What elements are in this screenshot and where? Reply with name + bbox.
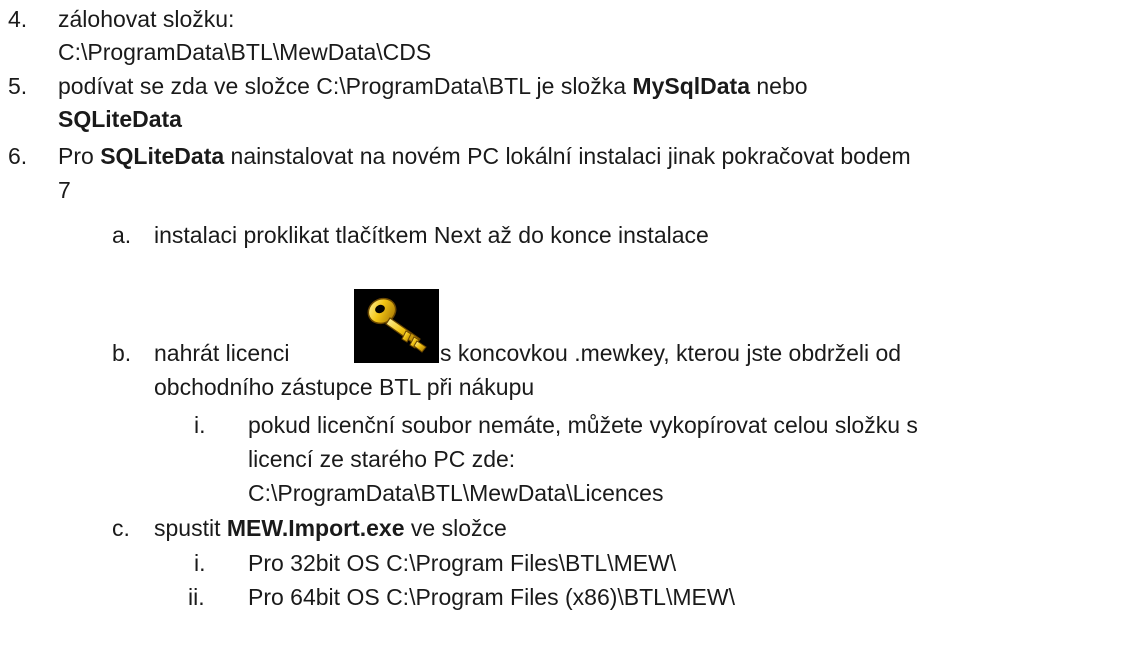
key-icon-graphic bbox=[367, 297, 427, 353]
list-item-text: zálohovat složku: bbox=[58, 6, 235, 32]
list-item-text: instalaci proklikat tlačítkem Next až do… bbox=[154, 222, 709, 248]
list-letter: c. bbox=[112, 515, 130, 541]
list-item-text: pokud licenční soubor nemáte, můžete vyk… bbox=[248, 412, 918, 438]
list-letter: b. bbox=[112, 340, 132, 366]
path-text: C:\ProgramData\BTL\MewData\Licences bbox=[248, 480, 664, 506]
list-item-continuation: licencí ze starého PC zde: bbox=[248, 446, 516, 472]
list-item-continuation: 7 bbox=[58, 177, 71, 203]
list-item-text: nahrát licenci bbox=[154, 340, 290, 366]
text-fragment: Pro bbox=[58, 143, 101, 169]
text-fragment: spustit bbox=[154, 515, 227, 541]
list-number: 4. bbox=[8, 6, 28, 32]
bold-text: SQLiteData bbox=[58, 106, 182, 132]
key-icon bbox=[354, 289, 439, 363]
list-item-text: podívat se zda ve složce C:\ProgramData\… bbox=[58, 69, 808, 103]
text-fragment: ve složce bbox=[404, 515, 507, 541]
text-fragment: podívat se zda ve složce C:\ProgramData\… bbox=[58, 73, 633, 99]
list-roman: i. bbox=[194, 550, 206, 576]
list-item-continuation: obchodního zástupce BTL při nákupu bbox=[154, 374, 535, 400]
list-item-text: spustit MEW.Import.exe ve složce bbox=[154, 511, 507, 545]
text-fragment: nainstalovat na novém PC lokální instala… bbox=[224, 143, 911, 169]
list-number: 6. bbox=[8, 143, 28, 169]
bold-text: MEW.Import.exe bbox=[226, 515, 405, 541]
list-item-text: s koncovkou .mewkey, kterou jste obdržel… bbox=[440, 340, 902, 366]
list-item-text: Pro 32bit OS C:\Program Files\BTL\MEW\ bbox=[248, 550, 677, 576]
list-roman: ii. bbox=[188, 584, 205, 610]
bold-text: SQLiteData bbox=[58, 102, 182, 136]
path-text: C:\ProgramData\BTL\MewData\CDS bbox=[58, 39, 432, 65]
list-item-text: Pro 64bit OS C:\Program Files (x86)\BTL\… bbox=[248, 584, 735, 610]
bold-text: MySqlData bbox=[632, 73, 750, 99]
bold-text: SQLiteData bbox=[100, 143, 225, 169]
list-item-text: Pro SQLiteData nainstalovat na novém PC … bbox=[58, 139, 911, 173]
list-roman: i. bbox=[194, 412, 206, 438]
list-letter: a. bbox=[112, 222, 132, 248]
text-fragment: nebo bbox=[750, 73, 808, 99]
list-number: 5. bbox=[8, 73, 28, 99]
